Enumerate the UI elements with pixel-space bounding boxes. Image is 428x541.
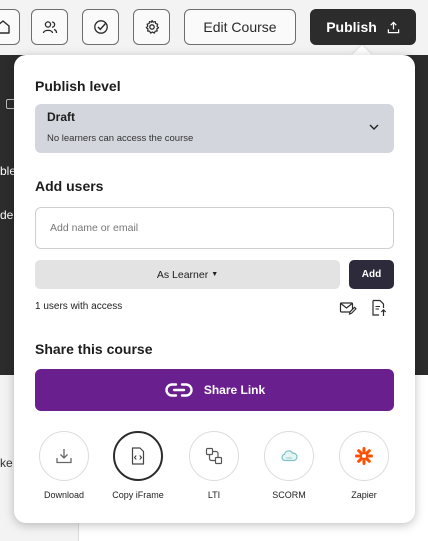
integration-label: Zapier	[351, 490, 377, 500]
review-button[interactable]	[82, 9, 119, 45]
integration-label: LTI	[207, 490, 221, 500]
code-file-icon	[131, 447, 145, 465]
publish-level-value: Draft	[47, 110, 76, 124]
share-link-button[interactable]: Share Link	[35, 369, 394, 411]
share-course-heading: Share this course	[35, 341, 153, 357]
users-icon	[42, 21, 57, 34]
users-with-access-count: 1 users with access	[35, 301, 123, 312]
zapier-icon	[355, 447, 373, 465]
integration-lti[interactable]: LTI	[179, 431, 249, 500]
integration-zapier[interactable]: Zapier	[329, 431, 399, 500]
lti-icon	[205, 447, 223, 465]
integration-icon-circle	[339, 431, 389, 481]
link-icon	[165, 383, 193, 397]
email-edit-icon[interactable]	[339, 299, 357, 317]
integration-scorm[interactable]: SCORM	[254, 431, 324, 500]
integration-icon-circle	[39, 431, 89, 481]
integration-icon-circle	[189, 431, 239, 481]
background-text-fragment: de	[0, 208, 14, 222]
add-user-button[interactable]: Add	[349, 260, 394, 289]
role-dropdown[interactable]: As Learner ▼	[35, 260, 340, 289]
check-circle-icon	[93, 20, 108, 34]
users-button[interactable]	[31, 9, 68, 45]
chevron-down-icon	[369, 124, 379, 130]
share-link-label: Share Link	[203, 383, 266, 397]
publish-level-description: No learners can access the course	[47, 133, 194, 144]
integration-copy-iframe[interactable]: Copy iFrame	[103, 431, 173, 500]
download-icon	[56, 449, 72, 464]
integration-icon-circle	[264, 431, 314, 481]
add-user-input[interactable]	[35, 207, 394, 249]
add-users-heading: Add users	[35, 178, 104, 194]
publish-button[interactable]: Publish	[310, 9, 416, 45]
role-dropdown-label: As Learner	[156, 268, 209, 281]
integration-download[interactable]: Download	[29, 431, 99, 500]
integration-label: Copy iFrame	[112, 490, 164, 500]
integration-icon-circle	[113, 431, 163, 481]
scorm-cloud-icon	[281, 450, 298, 462]
gear-icon	[145, 19, 159, 34]
settings-button[interactable]	[133, 9, 170, 45]
file-export-icon[interactable]	[370, 299, 388, 317]
home-button[interactable]	[0, 9, 20, 45]
home-icon	[0, 20, 10, 34]
background-text-fragment: ke	[0, 456, 13, 470]
publish-level-heading: Publish level	[35, 78, 121, 94]
publish-level-select[interactable]: Draft No learners can access the course	[35, 104, 394, 153]
publish-button-label: Publish	[326, 19, 377, 35]
edit-course-button[interactable]: Edit Course	[184, 9, 296, 45]
integration-label: SCORM	[272, 490, 306, 500]
publish-popover: Publish level Draft No learners can acce…	[14, 55, 415, 523]
integration-label: Download	[43, 490, 85, 500]
upload-icon	[387, 21, 399, 33]
caret-down-icon: ▼	[211, 271, 219, 278]
